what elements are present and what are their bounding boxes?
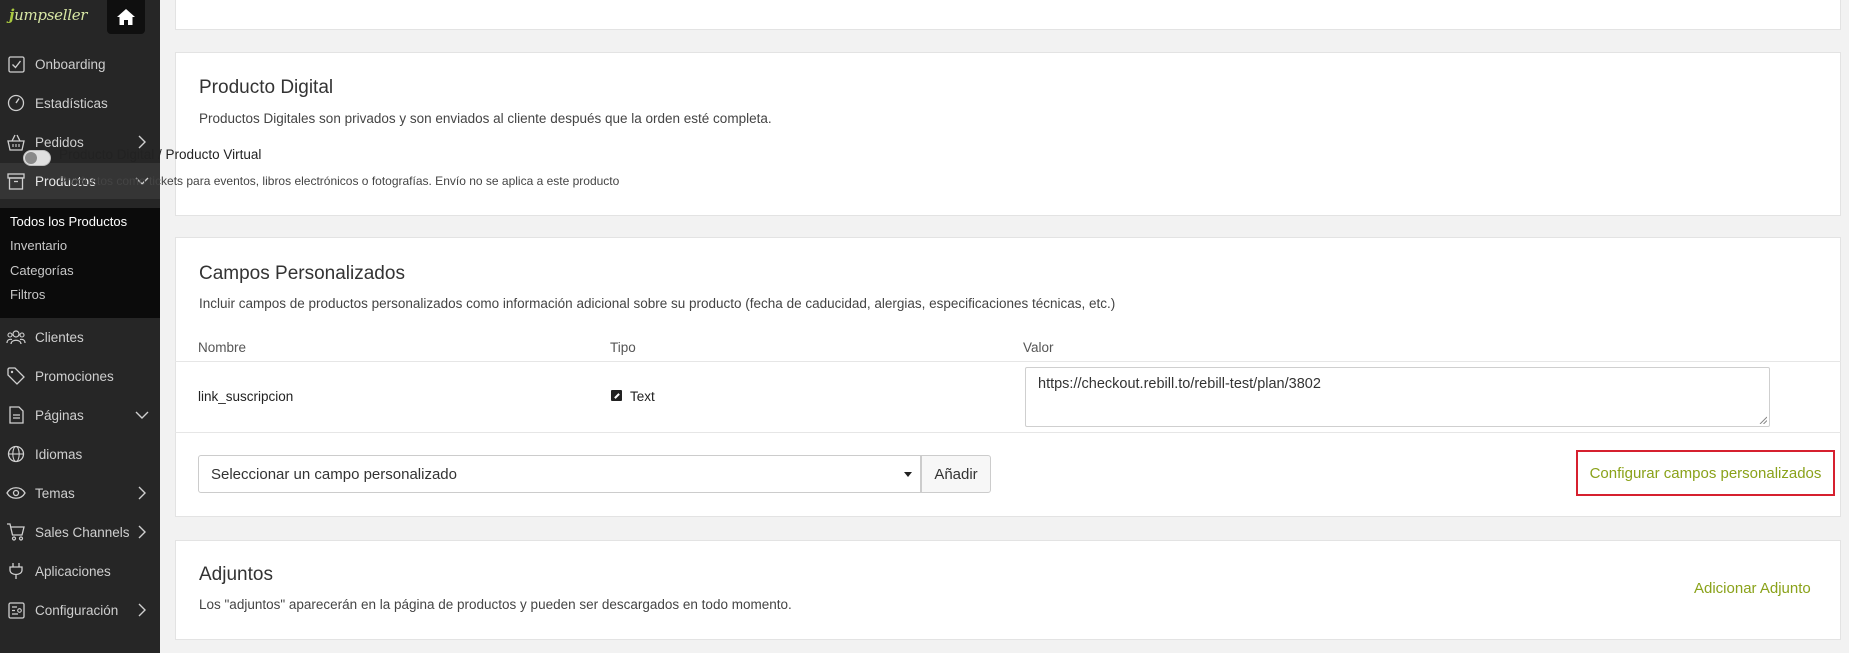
sidebar-item-onboarding[interactable]: Onboarding bbox=[0, 46, 160, 82]
custom-fields-description: Incluir campos de productos personalizad… bbox=[199, 296, 1116, 311]
home-icon bbox=[117, 9, 135, 25]
custom-field-value-input[interactable]: https://checkout.rebill.to/rebill-test/p… bbox=[1025, 367, 1770, 427]
page-icon bbox=[6, 405, 26, 425]
brand-bar: jumpseller bbox=[0, 0, 160, 36]
attachments-description: Los "adjuntos" aparecerán en la página d… bbox=[199, 597, 792, 612]
sidebar-item-label: Aplicaciones bbox=[35, 563, 111, 579]
custom-field-type: Text bbox=[630, 389, 655, 404]
digital-product-toggle-label: Producto Digital / Producto Virtual bbox=[59, 147, 262, 162]
submenu-item-inventory[interactable]: Inventario bbox=[10, 238, 67, 253]
jumpseller-logo[interactable]: jumpseller bbox=[9, 6, 87, 24]
products-submenu: Todos los Productos Inventario Categoría… bbox=[0, 208, 160, 318]
table-header-divider bbox=[175, 361, 1841, 362]
top-card bbox=[175, 0, 1841, 30]
submenu-item-categories[interactable]: Categorías bbox=[10, 263, 74, 278]
sidebar-item-clientes[interactable]: Clientes bbox=[0, 319, 160, 355]
sidebar: jumpseller Onboarding Estadísticas Pedid… bbox=[0, 0, 160, 653]
tag-icon bbox=[6, 366, 26, 386]
resize-handle-icon[interactable] bbox=[1759, 416, 1767, 424]
sidebar-item-configuracion[interactable]: Configuración bbox=[0, 592, 160, 628]
sidebar-item-label: Páginas bbox=[35, 407, 84, 423]
sidebar-item-aplicaciones[interactable]: Aplicaciones bbox=[0, 553, 160, 589]
digital-product-toggle[interactable] bbox=[23, 150, 51, 166]
chevron-right-icon bbox=[138, 486, 146, 500]
attachments-title: Adjuntos bbox=[199, 564, 273, 585]
submenu-item-filters[interactable]: Filtros bbox=[10, 287, 45, 302]
cart-icon bbox=[6, 522, 26, 542]
sidebar-item-label: Estadísticas bbox=[35, 95, 108, 111]
sidebar-item-label: Sales Channels bbox=[35, 524, 130, 540]
box-icon bbox=[6, 171, 26, 191]
sidebar-item-label: Promociones bbox=[35, 368, 114, 384]
digital-product-card: Producto Digital Productos Digitales son… bbox=[175, 52, 1841, 216]
sidebar-item-idiomas[interactable]: Idiomas bbox=[0, 436, 160, 472]
custom-fields-title: Campos Personalizados bbox=[199, 263, 405, 284]
edit-icon bbox=[611, 390, 622, 401]
home-button[interactable] bbox=[107, 0, 145, 34]
custom-field-select[interactable]: Seleccionar un campo personalizado bbox=[198, 455, 921, 493]
users-icon bbox=[6, 327, 26, 347]
configure-custom-fields-link[interactable]: Configurar campos personalizados bbox=[1576, 450, 1835, 496]
sidebar-item-sales-channels[interactable]: Sales Channels bbox=[0, 514, 160, 550]
table-row-divider bbox=[175, 432, 1841, 433]
sidebar-item-label: Onboarding bbox=[35, 56, 106, 72]
sidebar-item-temas[interactable]: Temas bbox=[0, 475, 160, 511]
sidebar-item-label: Clientes bbox=[35, 329, 84, 345]
digital-product-description: Productos Digitales son privados y son e… bbox=[199, 111, 772, 126]
basket-icon bbox=[6, 132, 26, 152]
digital-product-toggle-help: Productos como tickets para eventos, lib… bbox=[59, 174, 620, 188]
plug-icon bbox=[6, 561, 26, 581]
sidebar-item-label: Idiomas bbox=[35, 446, 83, 462]
toggle-knob bbox=[25, 152, 37, 164]
sidebar-item-label: Configuración bbox=[35, 602, 119, 618]
add-attachment-link[interactable]: Adicionar Adjunto bbox=[1694, 580, 1811, 597]
attachments-card: Adjuntos Los "adjuntos" aparecerán en la… bbox=[175, 540, 1841, 640]
chevron-right-icon bbox=[138, 525, 146, 539]
column-header-name: Nombre bbox=[198, 340, 247, 355]
check-square-icon bbox=[6, 54, 26, 74]
add-custom-field-button[interactable]: Añadir bbox=[921, 455, 991, 493]
submenu-item-all-products[interactable]: Todos los Productos bbox=[10, 214, 127, 229]
sidebar-item-paginas[interactable]: Páginas bbox=[0, 397, 160, 433]
column-header-value: Valor bbox=[1023, 340, 1054, 355]
logo-text: umpseller bbox=[14, 6, 88, 24]
chevron-right-icon bbox=[138, 603, 146, 617]
caret-down-icon bbox=[904, 472, 912, 477]
sidebar-item-label: Temas bbox=[35, 485, 75, 501]
eye-icon bbox=[6, 483, 26, 503]
custom-field-value-text: https://checkout.rebill.to/rebill-test/p… bbox=[1038, 376, 1321, 392]
custom-field-select-value: Seleccionar un campo personalizado bbox=[211, 466, 457, 483]
column-header-type: Tipo bbox=[610, 340, 636, 355]
digital-product-title: Producto Digital bbox=[199, 77, 334, 98]
settings-icon bbox=[6, 600, 26, 620]
globe-icon bbox=[6, 444, 26, 464]
gauge-icon bbox=[6, 93, 26, 113]
sidebar-item-estadisticas[interactable]: Estadísticas bbox=[0, 85, 160, 121]
custom-field-name: link_suscripcion bbox=[198, 389, 294, 404]
chevron-down-icon bbox=[135, 411, 149, 419]
sidebar-item-promociones[interactable]: Promociones bbox=[0, 358, 160, 394]
